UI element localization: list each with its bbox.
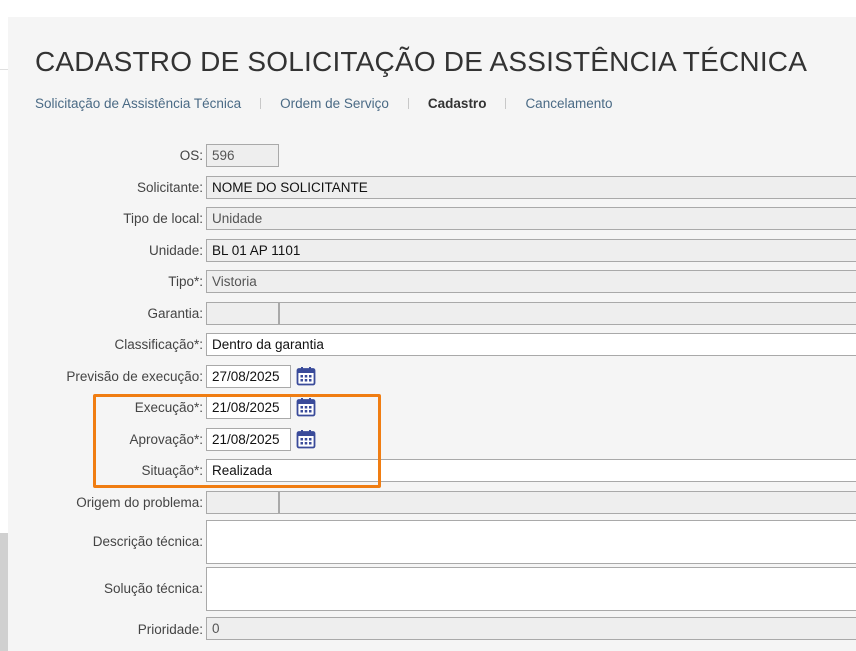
previsao-label: Previsão de execução: xyxy=(66,369,203,384)
tipo-local-label: Tipo de local: xyxy=(123,211,203,226)
situacao-label: Situação*: xyxy=(141,463,203,478)
origem-field[interactable] xyxy=(206,491,856,514)
breadcrumb-separator xyxy=(505,98,507,109)
execucao-date-input[interactable]: 21/08/2025 xyxy=(206,396,291,419)
solucao-label: Solução técnica: xyxy=(103,581,203,596)
garantia-field[interactable] xyxy=(206,302,856,325)
classificacao-label: Classificação*: xyxy=(114,337,203,352)
prioridade-field[interactable]: 0 xyxy=(206,617,856,640)
breadcrumb-separator xyxy=(260,98,262,109)
solicitante-label: Solicitante: xyxy=(136,180,203,195)
breadcrumb-cadastro: Cadastro xyxy=(427,96,487,111)
tipo-label: Tipo*: xyxy=(168,274,203,289)
calendar-icon[interactable] xyxy=(296,429,316,449)
descricao-textarea[interactable] xyxy=(206,520,856,564)
left-panel-edge xyxy=(0,17,8,651)
top-bar xyxy=(0,0,856,17)
calendar-icon[interactable] xyxy=(296,397,316,417)
descricao-label: Descrição técnica: xyxy=(92,534,203,549)
situacao-select[interactable]: Realizada xyxy=(206,459,856,482)
tipo-local-field[interactable]: Unidade xyxy=(206,207,856,230)
breadcrumb: Solicitação de Assistência Técnica Ordem … xyxy=(35,96,613,111)
page-title: CADASTRO DE SOLICITAÇÃO DE ASSISTÊNCIA T… xyxy=(35,46,808,77)
os-field[interactable]: 596 xyxy=(206,144,279,167)
tipo-field[interactable]: Vistoria xyxy=(206,270,856,293)
aprovacao-label: Aprovação*: xyxy=(129,432,203,447)
solicitante-field[interactable]: NOME DO SOLICITANTE xyxy=(206,176,856,199)
aprovacao-date-input[interactable]: 21/08/2025 xyxy=(206,428,291,451)
origem-label: Origem do problema: xyxy=(76,495,203,510)
breadcrumb-solicitacao[interactable]: Solicitação de Assistência Técnica xyxy=(35,96,241,111)
execucao-label: Execução*: xyxy=(134,400,203,415)
solucao-textarea[interactable] xyxy=(206,567,856,611)
os-label: OS: xyxy=(179,148,203,163)
unidade-label: Unidade: xyxy=(148,243,203,258)
origem-code-field[interactable] xyxy=(206,491,279,514)
origem-description-field[interactable] xyxy=(279,491,856,514)
breadcrumb-cancelamento[interactable]: Cancelamento xyxy=(525,96,612,111)
prioridade-label: Prioridade: xyxy=(137,622,203,637)
calendar-icon[interactable] xyxy=(296,366,316,386)
breadcrumb-ordem-servico[interactable]: Ordem de Serviço xyxy=(280,96,389,111)
breadcrumb-separator xyxy=(407,98,409,109)
classificacao-select[interactable]: Dentro da garantia xyxy=(206,333,856,356)
garantia-label: Garantia: xyxy=(147,306,203,321)
previsao-date-input[interactable]: 27/08/2025 xyxy=(206,365,291,388)
garantia-description-field[interactable] xyxy=(279,302,856,325)
unidade-field[interactable]: BL 01 AP 1101 xyxy=(206,239,856,262)
garantia-code-field[interactable] xyxy=(206,302,279,325)
